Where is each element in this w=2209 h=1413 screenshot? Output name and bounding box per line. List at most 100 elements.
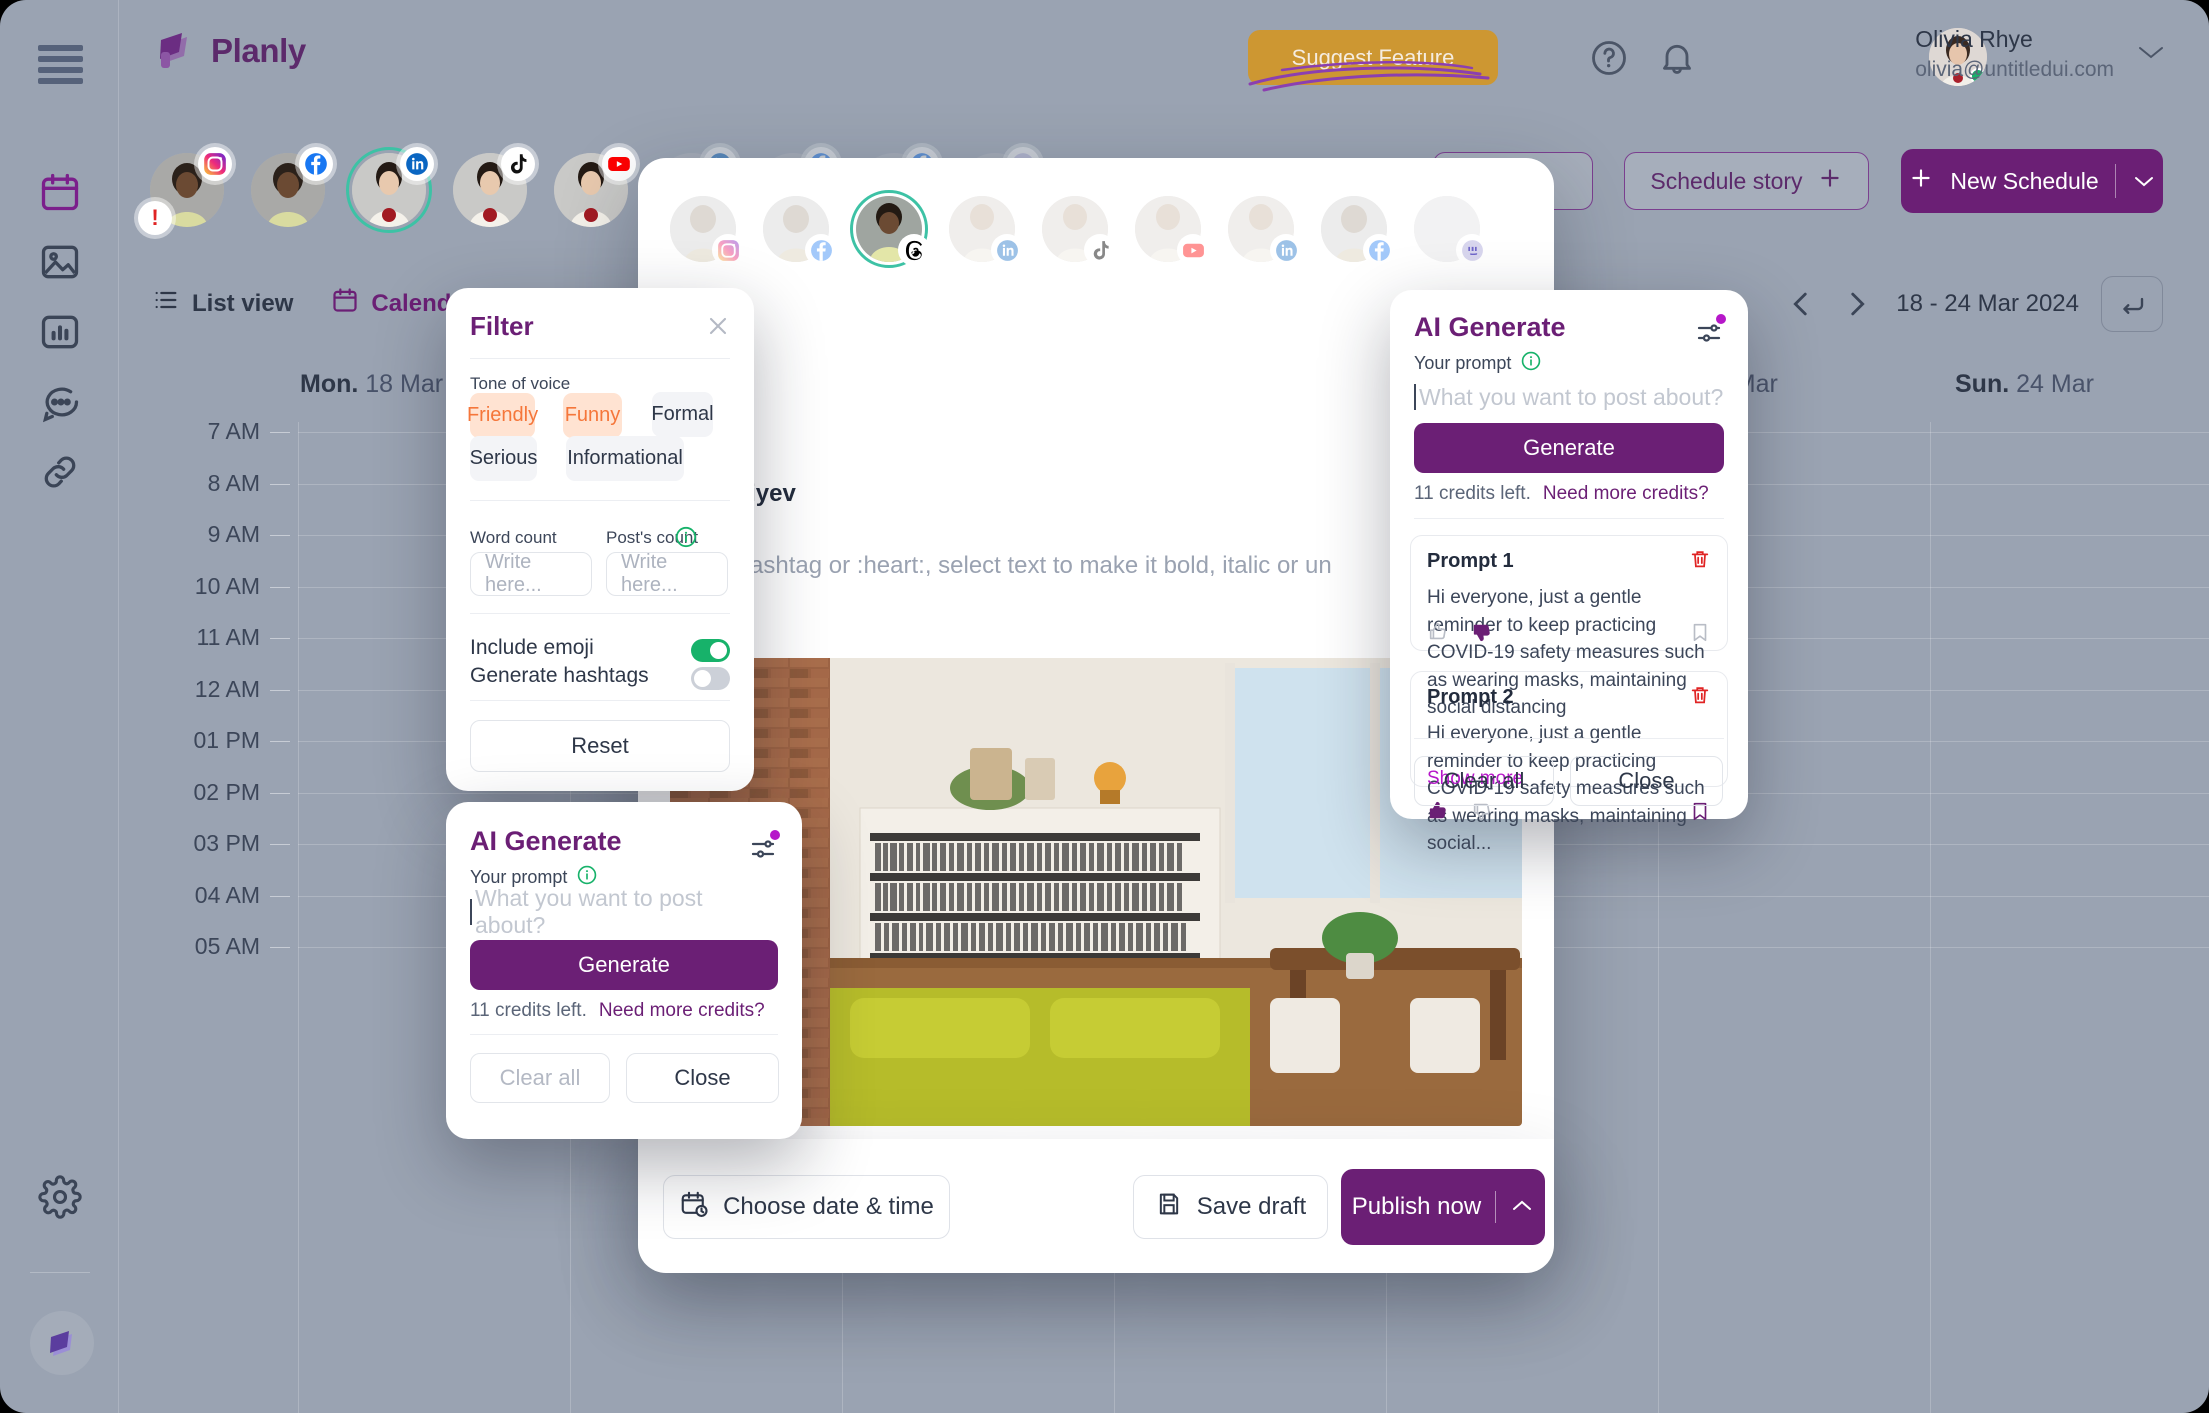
divider bbox=[1414, 518, 1724, 519]
publish-now-button[interactable]: Publish now bbox=[1341, 1169, 1545, 1245]
help-icon[interactable] bbox=[1589, 38, 1629, 78]
composer-account[interactable] bbox=[1321, 196, 1395, 266]
tone-chip-informational[interactable]: Informational bbox=[566, 436, 684, 481]
hour-label: 8 AM bbox=[207, 469, 260, 496]
tone-chip-friendly[interactable]: Friendly bbox=[467, 393, 538, 438]
hour-label: 10 AM bbox=[194, 572, 260, 599]
tab-list-view[interactable]: List view bbox=[152, 286, 293, 321]
bookmark-icon[interactable] bbox=[1689, 621, 1711, 648]
hour-tick bbox=[270, 741, 290, 742]
facebook-icon bbox=[1363, 234, 1395, 266]
sidebar-item-links[interactable] bbox=[38, 450, 82, 494]
composer-account[interactable] bbox=[670, 196, 744, 266]
next-week-icon[interactable] bbox=[1840, 287, 1874, 321]
youtube-icon bbox=[602, 147, 636, 181]
linkedin-icon bbox=[991, 234, 1023, 266]
schedule-story-button[interactable]: Schedule story bbox=[1624, 152, 1869, 210]
divider bbox=[470, 700, 730, 701]
account-chip-selected[interactable] bbox=[346, 147, 434, 233]
close-icon[interactable] bbox=[704, 312, 732, 340]
composer-account[interactable] bbox=[1228, 196, 1302, 266]
tone-chip-funny[interactable]: Funny bbox=[563, 393, 622, 438]
user-name: Olivia Rhye bbox=[1915, 26, 2033, 52]
new-schedule-label: New Schedule bbox=[1950, 167, 2099, 194]
workspace-logo[interactable] bbox=[30, 1311, 94, 1375]
sidebar-item-media[interactable] bbox=[38, 240, 82, 284]
hour-tick bbox=[270, 792, 290, 794]
word-count-input[interactable]: Write here... bbox=[470, 551, 592, 596]
generate-button[interactable]: Generate bbox=[1414, 423, 1724, 473]
tone-chip-formal[interactable]: Formal bbox=[651, 392, 714, 437]
user-email: olivia@untitledui.com bbox=[1915, 58, 2114, 81]
divider bbox=[470, 1034, 778, 1035]
delete-icon[interactable] bbox=[1689, 684, 1711, 711]
instagram-icon bbox=[198, 147, 232, 181]
need-more-credits-link[interactable]: Need more credits? bbox=[1543, 483, 1709, 504]
account-chip[interactable] bbox=[251, 147, 333, 227]
composer-account[interactable] bbox=[949, 196, 1023, 266]
composer-account[interactable] bbox=[763, 196, 837, 266]
sidebar-item-settings[interactable] bbox=[38, 1175, 82, 1219]
hour-tick bbox=[270, 535, 290, 536]
generate-hashtags-toggle[interactable] bbox=[691, 667, 730, 690]
delete-icon[interactable] bbox=[1689, 548, 1711, 575]
prompt-input[interactable]: What you want to post about? bbox=[470, 885, 778, 938]
menu-toggle-icon[interactable] bbox=[38, 45, 83, 84]
save-draft-button[interactable]: Save draft bbox=[1133, 1175, 1328, 1239]
thumbs-up-icon[interactable] bbox=[1427, 621, 1449, 648]
prompt-placeholder: What you want to post about? bbox=[474, 885, 703, 938]
sidebar-item-calendar[interactable] bbox=[38, 170, 82, 214]
thumbs-down-icon[interactable] bbox=[1471, 621, 1493, 648]
hour-label: 05 AM bbox=[194, 933, 260, 959]
filter-panel: Filter Tone of voice Friendly Funny Form… bbox=[446, 288, 754, 791]
new-schedule-button[interactable]: New Schedule bbox=[1901, 149, 2163, 213]
posts-count-input[interactable]: Write here... bbox=[606, 551, 728, 596]
word-count-label: Word count bbox=[470, 528, 557, 547]
tone-of-voice-label: Tone of voice bbox=[470, 374, 571, 393]
info-icon[interactable] bbox=[1520, 350, 1542, 377]
chevron-up-icon[interactable] bbox=[1510, 1193, 1534, 1221]
account-chip[interactable]: ! bbox=[138, 147, 232, 235]
instagram-icon bbox=[712, 234, 744, 266]
sidebar-item-analytics[interactable] bbox=[38, 310, 82, 354]
linkedin-icon bbox=[400, 147, 434, 181]
credits-text: 11 credits left. bbox=[470, 1000, 587, 1021]
info-icon[interactable] bbox=[674, 525, 698, 549]
chevron-down-icon[interactable] bbox=[2135, 42, 2167, 67]
day-header: Mon. 18 Mar bbox=[300, 370, 444, 398]
notifications-bell-icon[interactable] bbox=[1657, 38, 1697, 78]
calendar-clock-icon bbox=[679, 1189, 709, 1226]
sidebar-item-inbox[interactable] bbox=[38, 380, 82, 424]
prompt-input[interactable]: What you want to post about? bbox=[1414, 382, 1724, 412]
ai-generate-panel-right: AI Generate Your prompt What you want to… bbox=[1390, 290, 1748, 854]
chevron-down-icon[interactable] bbox=[2132, 168, 2156, 195]
composer-account-selected[interactable] bbox=[850, 190, 930, 268]
reset-button[interactable]: Reset bbox=[470, 720, 730, 772]
brand-logo[interactable]: Planly bbox=[151, 28, 306, 74]
close-button[interactable]: Close bbox=[626, 1053, 779, 1103]
tiktok-icon bbox=[1084, 234, 1116, 266]
prev-week-icon[interactable] bbox=[1784, 287, 1818, 321]
your-prompt-label-row: Your prompt bbox=[1414, 350, 1542, 377]
generate-hashtags-label: Generate hashtags bbox=[470, 664, 649, 687]
suggest-feature-button[interactable]: Suggest Feature bbox=[1248, 30, 1498, 92]
close-button[interactable]: Close bbox=[1570, 756, 1723, 806]
account-chip[interactable] bbox=[554, 147, 636, 227]
generate-button[interactable]: Generate bbox=[470, 940, 778, 990]
composer-account[interactable] bbox=[1042, 196, 1116, 266]
prompt-card: Prompt 1 Hi everyone, just a gentle remi… bbox=[1410, 535, 1728, 718]
composer-account[interactable] bbox=[1414, 196, 1488, 266]
clear-all-button[interactable]: Clear all bbox=[470, 1053, 610, 1103]
reset-view-button[interactable] bbox=[2101, 276, 2163, 332]
choose-date-time-button[interactable]: Choose date & time bbox=[663, 1175, 950, 1239]
save-draft-label: Save draft bbox=[1196, 1193, 1307, 1220]
prompt-placeholder: What you want to post about? bbox=[1419, 383, 1724, 410]
composer-account[interactable] bbox=[1135, 196, 1209, 266]
need-more-credits-link[interactable]: Need more credits? bbox=[599, 1000, 765, 1021]
account-chip[interactable] bbox=[453, 147, 535, 227]
clear-all-button[interactable]: Clear all bbox=[1414, 756, 1554, 806]
tone-chip-serious[interactable]: Serious bbox=[470, 436, 537, 481]
your-prompt-label: Your prompt bbox=[1414, 353, 1512, 373]
hour-tick bbox=[270, 844, 290, 845]
include-emoji-toggle[interactable] bbox=[691, 639, 730, 662]
